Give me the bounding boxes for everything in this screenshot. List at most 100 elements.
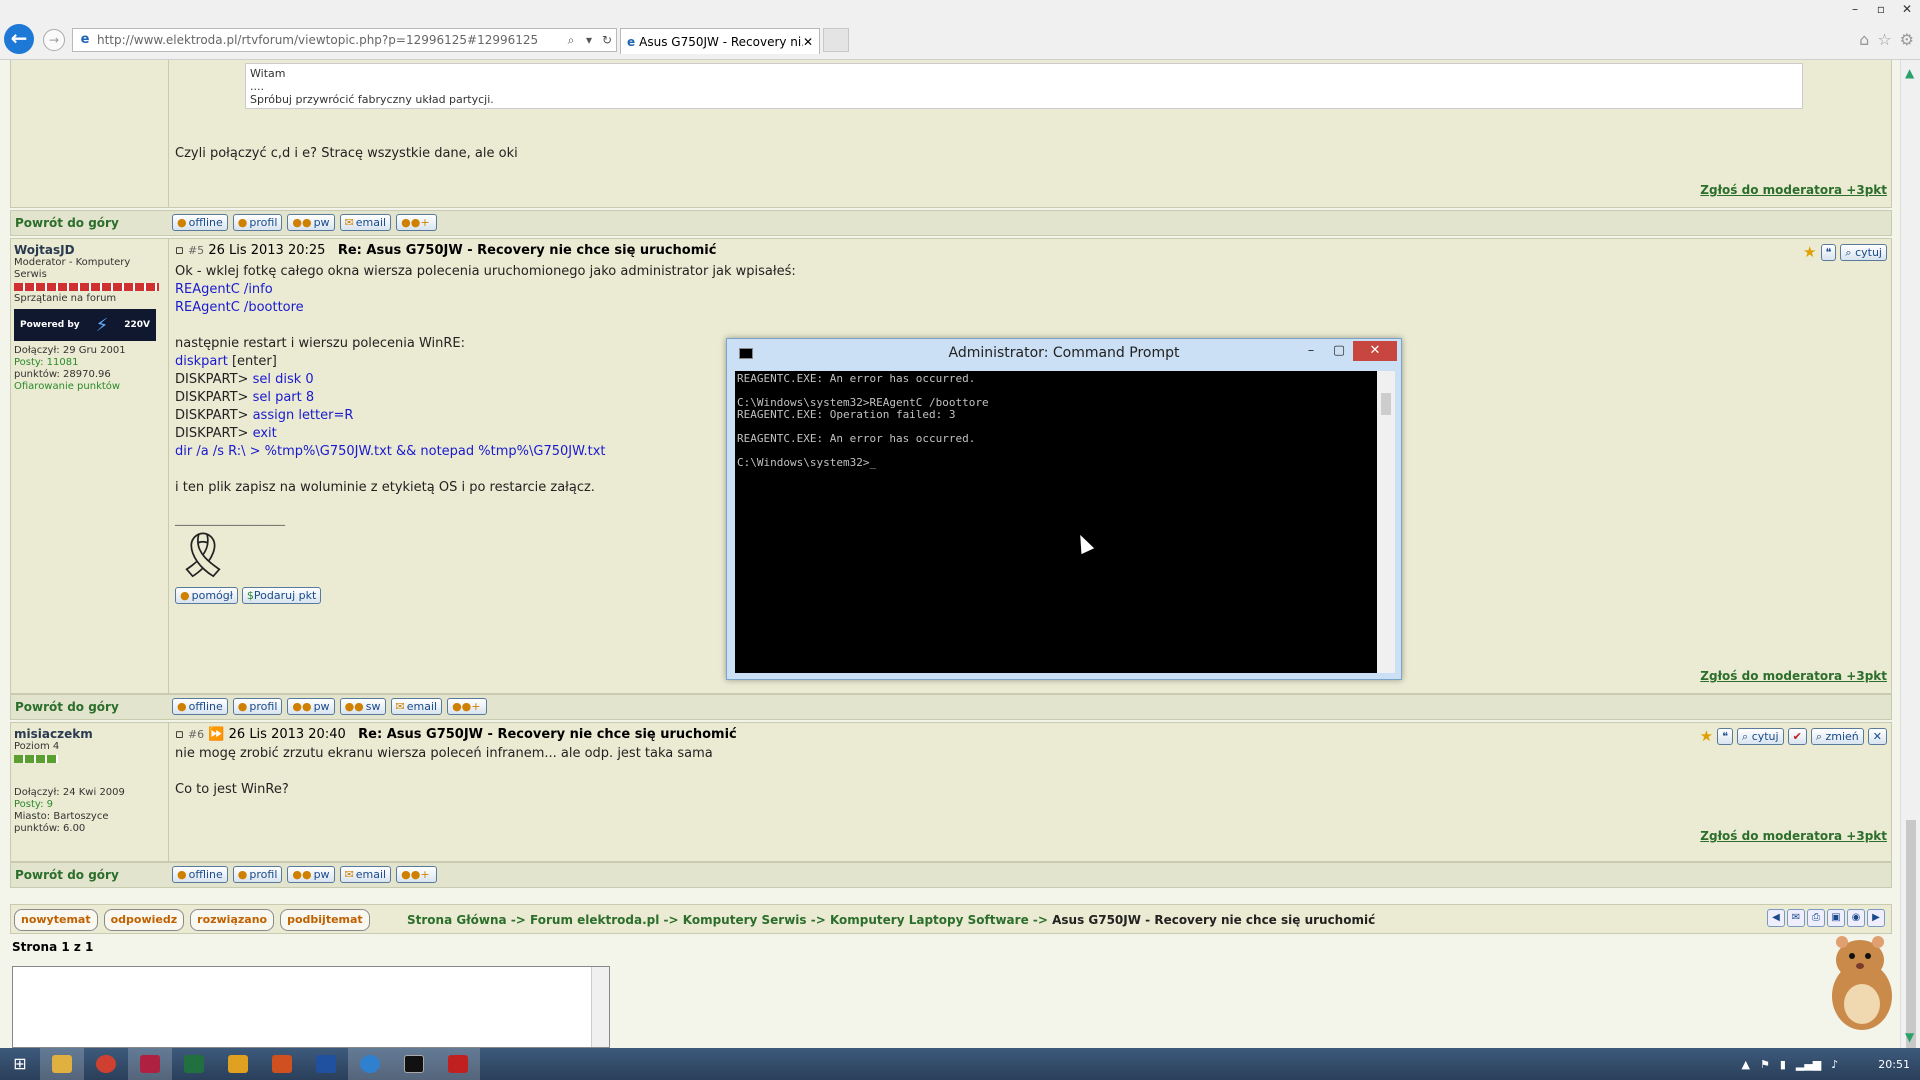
profile-button[interactable]: ● profil: [232, 214, 283, 231]
minimize-button[interactable]: –: [1842, 0, 1868, 18]
print-icon[interactable]: ⎙: [1807, 909, 1825, 927]
breadcrumb-section[interactable]: Komputery Serwis: [683, 913, 807, 927]
cmd-console-output[interactable]: REAGENTC.EXE: An error has occurred. C:\…: [735, 371, 1377, 673]
prev-topic-icon[interactable]: ◀: [1767, 909, 1785, 927]
pw-button[interactable]: ●● pw: [287, 214, 335, 231]
network-icon[interactable]: ▂▄▆: [1796, 1058, 1821, 1071]
scroll-up-icon[interactable]: ▲: [1905, 66, 1914, 80]
cmd-scrollbar[interactable]: [1377, 371, 1395, 673]
dropdown-icon[interactable]: ▾: [580, 33, 598, 47]
back-button[interactable]: ←: [4, 24, 34, 54]
refresh-icon[interactable]: ↻: [598, 33, 616, 47]
solved-button[interactable]: rozwiązano: [190, 909, 275, 931]
taskbar-chrome[interactable]: [84, 1048, 128, 1080]
tab-active[interactable]: e Asus G750JW - Recovery ni... ✕: [620, 28, 820, 54]
home-icon[interactable]: ⌂: [1859, 30, 1869, 49]
cmd-minimize-button[interactable]: –: [1297, 341, 1325, 361]
report-link[interactable]: Zgłoś do moderatora +3pkt: [1700, 669, 1887, 683]
add-friend-button[interactable]: ●●+: [396, 866, 437, 883]
back-to-top-link[interactable]: Powrót do góry: [15, 216, 119, 230]
breadcrumb-subsection[interactable]: Komputery Laptopy Software: [830, 913, 1029, 927]
offline-button[interactable]: ● offline: [172, 866, 228, 883]
battery-icon[interactable]: ▮: [1780, 1058, 1786, 1071]
taskbar-outlook[interactable]: [216, 1048, 260, 1080]
tray-expand-icon[interactable]: ▲: [1741, 1058, 1749, 1071]
taskbar-explorer[interactable]: [40, 1048, 84, 1080]
scroll-down-icon[interactable]: ▼: [1905, 1030, 1914, 1044]
email-button[interactable]: ✉ email: [339, 214, 392, 231]
pw-button[interactable]: ●● pw: [287, 866, 335, 883]
address-bar[interactable]: e http://www.elektroda.pl/rtvforum/viewt…: [72, 28, 617, 52]
save-icon[interactable]: ▣: [1827, 909, 1845, 927]
cmd-maximize-button[interactable]: ▢: [1325, 341, 1353, 361]
close-button[interactable]: ✕: [1894, 0, 1920, 18]
gear-icon[interactable]: ⚙: [1900, 30, 1914, 49]
donate-points-link[interactable]: Ofiarowanie punktów: [14, 381, 120, 392]
flag-icon[interactable]: ⚑: [1760, 1058, 1770, 1071]
add-friend-button[interactable]: ●●+: [447, 698, 488, 715]
textarea-scrollbar[interactable]: [591, 967, 609, 1047]
report-link[interactable]: Zgłoś do moderatora +3pkt: [1700, 829, 1887, 843]
back-to-top-link[interactable]: Powrót do góry: [15, 700, 119, 714]
tab-close-icon[interactable]: ✕: [803, 35, 813, 49]
taskbar-app-flag[interactable]: [436, 1048, 480, 1080]
email-button[interactable]: ✉ email: [339, 866, 392, 883]
favorites-star-icon[interactable]: ☆: [1877, 30, 1891, 49]
scroll-thumb[interactable]: [1906, 820, 1916, 1060]
author-posts[interactable]: Posty: 11081: [14, 357, 78, 368]
quick-reply-textarea[interactable]: [12, 966, 610, 1048]
cmd-scroll-thumb[interactable]: [1381, 393, 1391, 415]
reply-button[interactable]: odpowiedz: [103, 909, 185, 931]
watch-icon[interactable]: ◉: [1847, 909, 1865, 927]
new-tab-button[interactable]: [823, 28, 849, 52]
taskbar-excel[interactable]: [172, 1048, 216, 1080]
restore-button[interactable]: ▫: [1868, 0, 1894, 18]
author-name[interactable]: WojtasJD: [14, 243, 165, 257]
email-button[interactable]: ✉ email: [390, 698, 443, 715]
command-prompt-window[interactable]: Administrator: Command Prompt – ▢ ✕ REAG…: [726, 338, 1402, 680]
quote-short-button[interactable]: ❝: [1820, 243, 1837, 261]
delete-button[interactable]: ✕: [1867, 727, 1887, 745]
sw-button[interactable]: ●● sw: [339, 698, 386, 715]
profile-button[interactable]: ● profil: [232, 866, 283, 883]
taskbar-cmd[interactable]: [392, 1048, 436, 1080]
taskbar-word[interactable]: [304, 1048, 348, 1080]
cytuj-button[interactable]: ⌕ cytuj: [1840, 243, 1887, 261]
post-number[interactable]: #6: [188, 728, 204, 741]
url-text[interactable]: http://www.elektroda.pl/rtvforum/viewtop…: [97, 33, 562, 47]
forward-button[interactable]: →: [43, 29, 65, 51]
bump-topic-button[interactable]: podbijtemat: [280, 909, 370, 931]
offline-button[interactable]: ● offline: [172, 214, 228, 231]
star-icon[interactable]: ★: [1803, 243, 1816, 261]
post-number[interactable]: #5: [188, 244, 204, 257]
profile-button[interactable]: ● profil: [232, 698, 283, 715]
report-link[interactable]: Zgłoś do moderatora +3pkt: [1700, 183, 1887, 197]
mail-icon[interactable]: ✉: [1787, 909, 1805, 927]
page-scrollbar[interactable]: ▲ ▼: [1900, 60, 1920, 1060]
new-topic-button[interactable]: nowytemat: [14, 909, 98, 931]
back-to-top-link[interactable]: Powrót do góry: [15, 868, 119, 882]
podaruj-button[interactable]: $Podaruj pkt: [241, 587, 322, 604]
zmien-button[interactable]: ⌕ zmień: [1810, 727, 1864, 745]
start-button[interactable]: ⊞: [0, 1048, 40, 1080]
quote-short-button[interactable]: ❝: [1717, 727, 1734, 745]
author-posts[interactable]: Posty: 9: [14, 799, 53, 810]
star-icon[interactable]: ★: [1700, 727, 1713, 745]
volume-icon[interactable]: ♪: [1831, 1058, 1838, 1071]
taskbar-ie[interactable]: [348, 1048, 392, 1080]
accept-button[interactable]: ✔: [1787, 727, 1807, 745]
pomogl-button[interactable]: ● pomógł: [175, 587, 238, 604]
pw-button[interactable]: ●● pw: [287, 698, 335, 715]
next-topic-icon[interactable]: ▶: [1867, 909, 1885, 927]
breadcrumb-home[interactable]: Strona Główna: [407, 913, 507, 927]
offline-button[interactable]: ● offline: [172, 698, 228, 715]
taskbar-app-orange[interactable]: [260, 1048, 304, 1080]
author-name[interactable]: misiaczekm: [14, 727, 165, 741]
search-icon[interactable]: ⌕: [562, 33, 580, 48]
breadcrumb-forum[interactable]: Forum elektroda.pl: [530, 913, 659, 927]
cytuj-button[interactable]: ⌕ cytuj: [1737, 727, 1784, 745]
add-friend-button[interactable]: ●●+: [396, 214, 437, 231]
cmd-close-button[interactable]: ✕: [1353, 341, 1397, 361]
taskbar-app-red[interactable]: [128, 1048, 172, 1080]
clock[interactable]: 20:51: [1878, 1058, 1910, 1071]
